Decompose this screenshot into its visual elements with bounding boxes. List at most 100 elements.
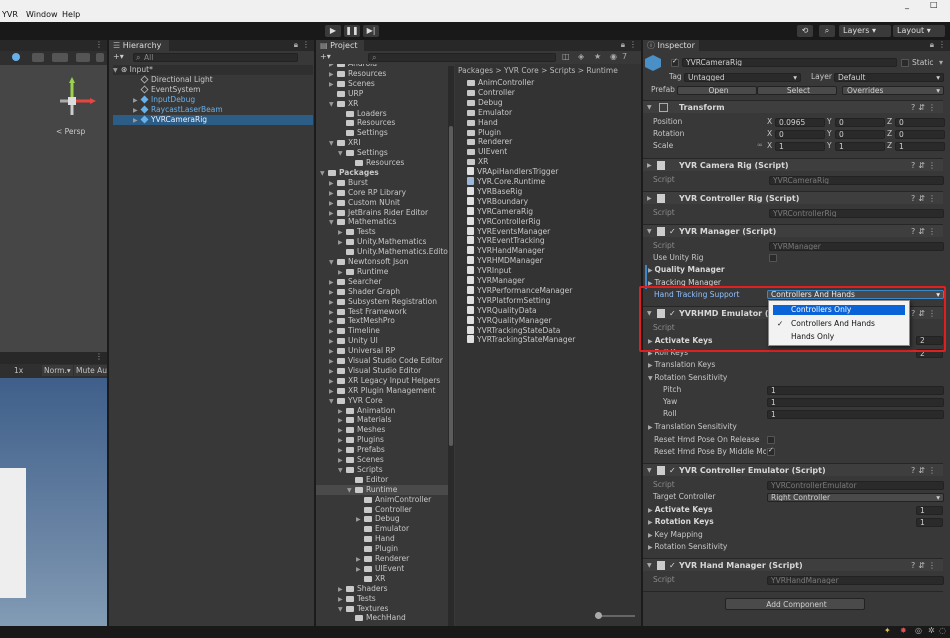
project-file-item[interactable]: YVRPlatformSetting xyxy=(467,295,550,306)
hierarchy-search-input[interactable]: All xyxy=(133,53,298,62)
tab-project[interactable]: ▤ Project xyxy=(316,40,364,51)
project-file-item[interactable]: Controller xyxy=(467,88,515,98)
project-folder-item[interactable]: MechHand xyxy=(316,613,448,623)
game-viewport[interactable] xyxy=(0,378,107,638)
tracking-manager-foldout[interactable]: ▶ Tracking Manager xyxy=(648,278,721,289)
project-folder-item[interactable]: ▶ Tests xyxy=(316,227,448,237)
ce-rotation-keys-count[interactable]: 1 xyxy=(916,518,943,527)
project-folder-item[interactable]: ▶ Timeline xyxy=(316,326,448,336)
fold-icon[interactable]: ▶ xyxy=(647,160,652,171)
prefab-select-button[interactable]: Select xyxy=(757,86,837,95)
light-icon[interactable] xyxy=(12,53,20,61)
hidden-toggle-icon[interactable] xyxy=(76,53,90,62)
constrain-proportions-icon[interactable]: ∞ xyxy=(757,141,763,149)
ce-rotation-sensitivity-foldout[interactable]: ▶ Rotation Sensitivity xyxy=(648,542,727,553)
bulb-icon[interactable]: ✦ xyxy=(884,626,891,635)
project-folder-item[interactable]: ▼ Scripts xyxy=(316,465,448,475)
project-folder-item[interactable]: Resources xyxy=(316,118,448,128)
project-file-item[interactable]: Plugin xyxy=(467,128,501,138)
add-button[interactable]: +▾ xyxy=(113,52,124,61)
project-folder-item[interactable]: Emulator xyxy=(316,524,448,534)
bug-icon[interactable]: ✸ xyxy=(900,626,907,635)
project-folder-item[interactable]: Plugin xyxy=(316,544,448,554)
menu-window[interactable]: Window xyxy=(26,10,58,19)
project-folder-item[interactable]: ▶ Scenes xyxy=(316,455,448,465)
project-folder-item[interactable]: ▶ XR Plugin Management xyxy=(316,386,448,396)
enabled-checkbox[interactable]: ✓ xyxy=(669,307,676,320)
project-folder-item[interactable]: Resources xyxy=(316,158,448,168)
fold-icon[interactable]: ▼ xyxy=(647,226,652,237)
project-file-item[interactable]: VRApiHandlersTrigger xyxy=(467,167,558,177)
key-mapping-foldout[interactable]: ▶ Key Mapping xyxy=(648,530,703,541)
enabled-checkbox[interactable]: ✓ xyxy=(669,225,676,238)
ce-rotation-keys-foldout[interactable]: ▶ Rotation Keys xyxy=(648,517,714,528)
project-folder-item[interactable]: ▼ YVR Core xyxy=(316,396,448,406)
project-folder-item[interactable]: ▶ Tests xyxy=(316,594,448,604)
component-header-icons[interactable]: ?⇵⋮ xyxy=(911,102,939,113)
more-icon[interactable]: ⋮ xyxy=(95,352,103,361)
hand-tracking-option[interactable]: Controllers Only xyxy=(773,305,905,315)
fold-icon[interactable]: ▶ xyxy=(647,193,652,204)
project-folder-item[interactable]: ▼ Mathematics xyxy=(316,217,448,227)
filter-label-icon[interactable]: ◈ xyxy=(578,52,584,61)
component-header-icons[interactable]: ?⇵⋮ xyxy=(911,160,939,171)
project-folder-item[interactable]: ▶ Unity UI xyxy=(316,336,448,346)
project-folder-item[interactable]: ▶ UIEvent xyxy=(316,564,448,574)
ce-activate-keys-count[interactable]: 1 xyxy=(916,506,943,515)
project-folder-item[interactable]: Hand xyxy=(316,534,448,544)
project-file-item[interactable]: YVRBaseRig xyxy=(467,186,522,197)
hierarchy-item[interactable]: ▶ YVRCameraRig xyxy=(113,115,313,125)
project-folder-item[interactable]: Settings xyxy=(316,128,448,138)
project-file-item[interactable]: YVRBoundary xyxy=(467,196,528,207)
menu-yvr[interactable]: YVR xyxy=(2,10,18,19)
more-icon[interactable]: ⋮ xyxy=(629,40,637,49)
project-file-item[interactable]: Hand xyxy=(467,118,498,128)
roll-keys-count[interactable]: 2 xyxy=(916,349,943,358)
project-folder-item[interactable]: XR xyxy=(316,574,448,584)
eye-icon[interactable]: ◉ xyxy=(610,52,617,61)
hand-tracking-option[interactable]: ✓ Controllers And Hands xyxy=(773,319,905,329)
project-folder-item[interactable]: ▶ Prefabs xyxy=(316,445,448,455)
project-folder-item[interactable]: ▶ Renderer xyxy=(316,554,448,564)
project-file-item[interactable]: YVRControllerRig xyxy=(467,216,541,227)
project-folder-item[interactable]: Controller xyxy=(316,505,448,515)
fold-icon[interactable]: ▼ xyxy=(647,308,652,319)
lock-icon[interactable]: 🔒︎ xyxy=(621,40,625,50)
project-folder-item[interactable]: ▶ Meshes xyxy=(316,425,448,435)
project-folder-item[interactable]: Unity.Mathematics.Editor xyxy=(316,247,451,257)
reset-middle-checkbox[interactable]: ✓ xyxy=(767,446,775,456)
project-file-item[interactable]: YVREventsManager xyxy=(467,226,550,237)
add-component-button[interactable]: Add Component xyxy=(725,598,865,610)
hierarchy-item[interactable]: ▶ RaycastLaserBeam xyxy=(133,105,223,115)
project-file-item[interactable]: YVRTrackingStateData xyxy=(467,325,560,336)
more-icon[interactable]: ⋮ xyxy=(302,40,310,49)
rotation-x-input[interactable]: 0 xyxy=(775,130,825,139)
project-folder-item[interactable]: AnimController xyxy=(316,495,448,505)
position-x-input[interactable]: 0.0965 xyxy=(775,118,825,127)
prefab-open-button[interactable]: Open xyxy=(677,86,757,95)
project-folder-item[interactable]: ▶ Unity.Mathematics xyxy=(316,237,448,247)
history-icon[interactable]: ⟲ xyxy=(797,25,813,37)
slider-handle[interactable] xyxy=(595,612,602,619)
project-folder-item[interactable]: ▼ Packages xyxy=(316,168,448,178)
project-file-item[interactable]: YVREventTracking xyxy=(467,236,545,246)
hand-tracking-dropdown[interactable]: Controllers And Hands ▾ xyxy=(767,290,944,299)
project-file-item[interactable]: Emulator xyxy=(467,108,512,118)
project-folder-item[interactable]: ▶ Test Framework xyxy=(316,307,448,317)
more-icon[interactable]: ⋮ xyxy=(95,40,103,49)
project-folder-item[interactable]: ▶ Universal RP xyxy=(316,346,448,356)
position-z-input[interactable]: 0 xyxy=(895,118,945,127)
component-header-icons[interactable]: ?⇵⋮ xyxy=(911,465,939,476)
lock-icon[interactable]: 🔒︎ xyxy=(930,40,934,50)
scale-x-input[interactable]: 1 xyxy=(775,142,825,151)
pause-button[interactable]: ❚❚ xyxy=(344,25,360,37)
search-icon[interactable]: ⌕ xyxy=(819,25,835,37)
project-file-item[interactable]: YVRInput xyxy=(467,266,511,276)
persp-label[interactable]: < Persp xyxy=(56,127,85,136)
roll-input[interactable]: 1 xyxy=(767,410,944,419)
camera-rig-header[interactable]: ▶ YVR Camera Rig (Script) ?⇵⋮ xyxy=(643,158,943,171)
project-file-item[interactable]: YVRPerformanceManager xyxy=(467,285,572,296)
static-checkbox[interactable] xyxy=(901,59,909,67)
hierarchy-item[interactable]: ▶ InputDebug xyxy=(133,95,195,105)
project-folder-item[interactable]: ▶ Runtime xyxy=(316,267,448,277)
